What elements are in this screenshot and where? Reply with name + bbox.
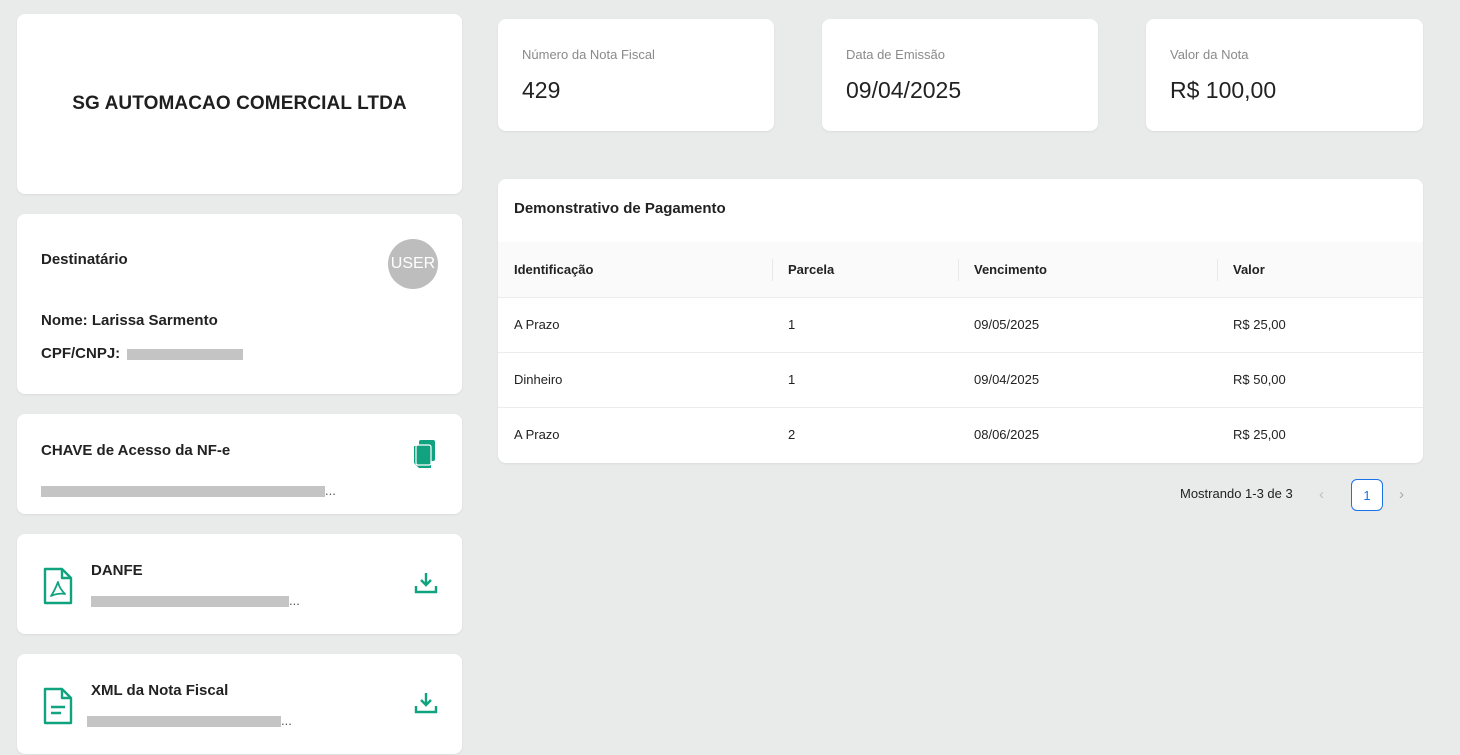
redacted-danfe-key	[91, 596, 289, 608]
recipient-name: Nome: Larissa Sarmento	[41, 312, 218, 329]
redacted-document	[127, 348, 244, 360]
table-cell: 1	[788, 317, 796, 332]
danfe-key: ...	[91, 593, 300, 608]
xml-key: ...	[87, 713, 292, 728]
recipient-title: Destinatário	[41, 251, 128, 268]
xml-card: XML da Nota Fiscal ...	[17, 654, 462, 754]
table-cell: 09/05/2025	[974, 317, 1040, 332]
table-cell: A Prazo	[514, 317, 560, 332]
previous-page-button[interactable]: ‹	[1319, 486, 1324, 503]
table-row: A Prazo 2 08/06/2025 R$ 25,00	[498, 407, 1423, 462]
page-1-button[interactable]: 1	[1351, 479, 1383, 511]
document-icon	[43, 687, 73, 730]
access-key-card: CHAVE de Acesso da NF-e ...	[17, 414, 462, 514]
recipient-document: CPF/CNPJ:	[41, 345, 244, 362]
column-header: Parcela	[772, 242, 958, 297]
issue-date-value: 09/04/2025	[846, 77, 962, 103]
table-cell: R$ 25,00	[1233, 427, 1286, 443]
table-row: Dinheiro 1 09/04/2025 R$ 50,00	[498, 352, 1423, 407]
download-xml-button[interactable]	[414, 692, 438, 719]
column-header: Vencimento	[958, 242, 1217, 297]
danfe-title: DANFE	[91, 562, 143, 579]
avatar: USER	[388, 239, 438, 289]
next-page-button[interactable]: ›	[1399, 486, 1404, 503]
table-header-row: Identificação Parcela Vencimento Valor	[498, 242, 1423, 297]
xml-title: XML da Nota Fiscal	[91, 682, 229, 699]
issue-date-label: Data de Emissão	[846, 47, 945, 62]
danfe-card: DANFE ...	[17, 534, 462, 634]
download-danfe-button[interactable]	[414, 572, 438, 599]
invoice-amount-card: Valor da Nota R$ 100,00	[1146, 19, 1423, 131]
download-icon	[414, 693, 438, 714]
issue-date-card: Data de Emissão 09/04/2025	[822, 19, 1098, 131]
invoice-amount-label: Valor da Nota	[1170, 47, 1249, 62]
invoice-number-card: Número da Nota Fiscal 429	[498, 19, 774, 131]
table-row: A Prazo 1 09/05/2025 R$ 25,00	[498, 297, 1423, 352]
recipient-card: Destinatário USER Nome: Larissa Sarmento…	[17, 214, 462, 394]
payment-statement-title: Demonstrativo de Pagamento	[514, 200, 726, 217]
invoice-number-label: Número da Nota Fiscal	[522, 47, 655, 62]
recipient-document-label: CPF/CNPJ:	[41, 345, 121, 362]
table-cell: 2	[788, 427, 796, 443]
access-key-title: CHAVE de Acesso da NF-e	[41, 442, 231, 459]
invoice-amount-value: R$ 100,00	[1170, 77, 1277, 103]
access-key-value: ...	[41, 483, 336, 498]
table-cell: A Prazo	[514, 427, 560, 443]
company-name: SG AUTOMACAO COMERCIAL LTDA	[72, 93, 407, 114]
payment-statement-card: Demonstrativo de Pagamento Identificação…	[498, 179, 1423, 463]
copy-icon[interactable]	[414, 440, 436, 473]
download-icon	[414, 573, 438, 594]
company-card: SG AUTOMACAO COMERCIAL LTDA	[17, 14, 462, 194]
table-cell: R$ 50,00	[1233, 372, 1286, 387]
table-cell: 08/06/2025	[974, 427, 1040, 443]
table-cell: 09/04/2025	[974, 372, 1040, 387]
table-cell: 1	[788, 372, 796, 387]
invoice-number-value: 429	[522, 77, 561, 103]
payment-table: Identificação Parcela Vencimento Valor A…	[498, 242, 1423, 462]
column-header: Valor	[1217, 242, 1423, 297]
table-cell: R$ 25,00	[1233, 317, 1286, 332]
redacted-access-key	[41, 486, 325, 498]
pagination-info: Mostrando 1-3 de 3	[1180, 486, 1293, 501]
redacted-xml-key	[87, 716, 281, 728]
column-header: Identificação	[514, 261, 594, 277]
pdf-file-icon	[43, 567, 73, 610]
table-cell: Dinheiro	[514, 372, 563, 387]
